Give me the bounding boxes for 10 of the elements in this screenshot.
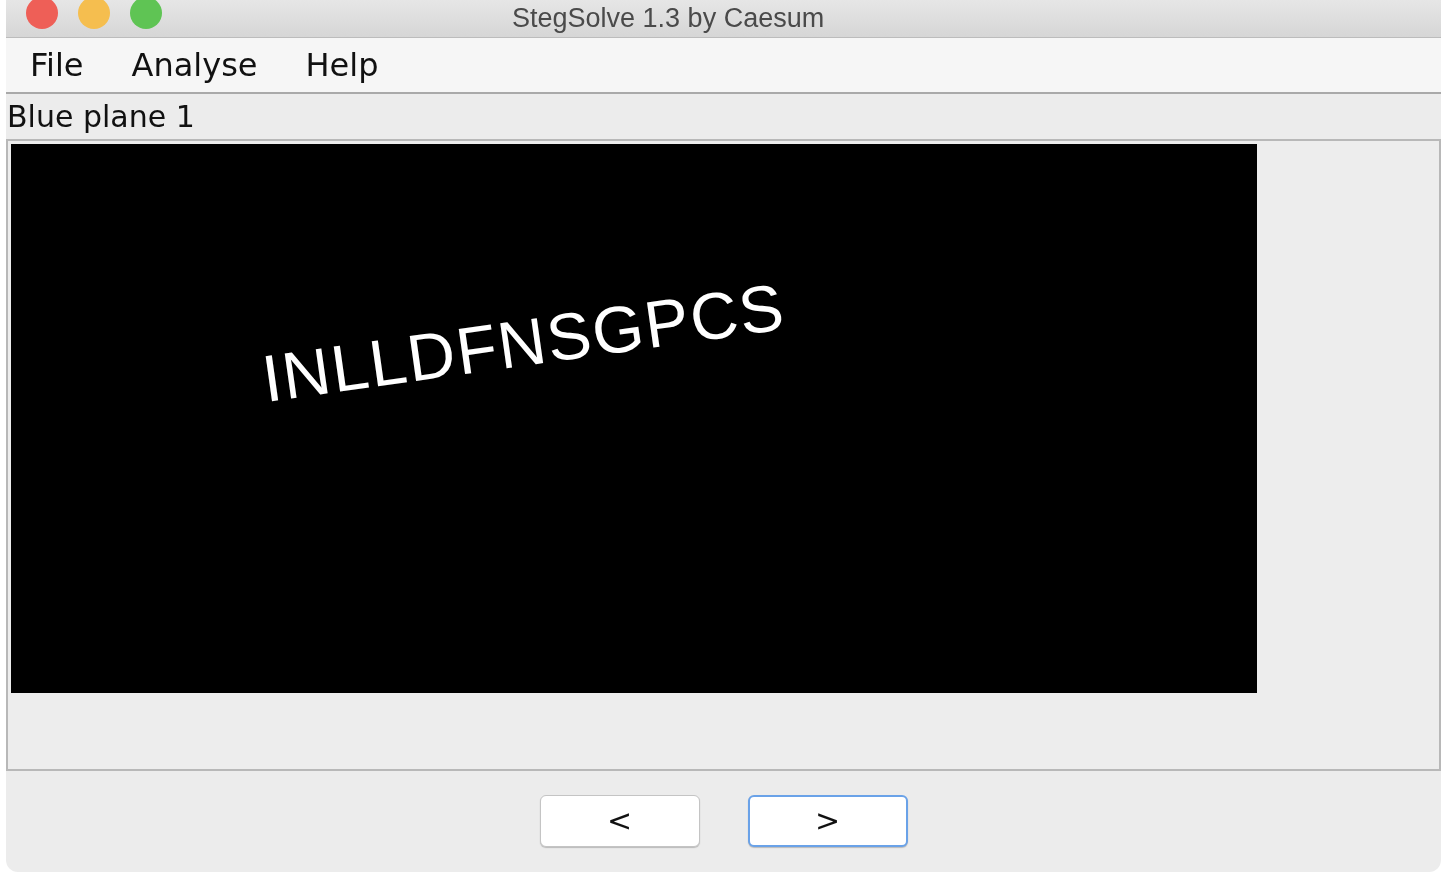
minimize-button[interactable]: [78, 0, 110, 29]
menu-item[interactable]: Help: [305, 41, 379, 89]
plane-label: Blue plane 1: [6, 98, 196, 136]
zoom-button[interactable]: [130, 0, 162, 29]
previous-button[interactable]: <: [539, 795, 700, 847]
close-button[interactable]: [26, 0, 58, 29]
menu-item[interactable]: Analyse: [131, 41, 258, 89]
window-title: StegSolve 1.3 by Caesum: [512, 2, 825, 34]
next-button[interactable]: >: [747, 795, 908, 847]
menu-item[interactable]: File: [30, 41, 84, 89]
